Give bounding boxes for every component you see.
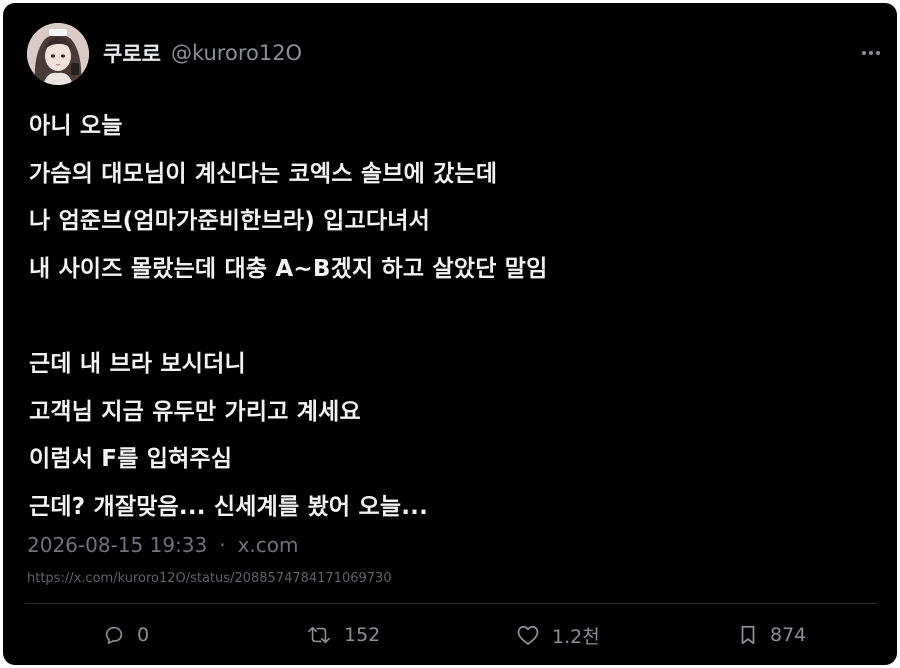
avatar-image	[27, 23, 89, 85]
bookmark-icon	[741, 625, 755, 645]
reply-icon	[105, 626, 123, 645]
retweet-icon	[308, 626, 330, 644]
tweet-text-line: 근데? 개잘맞음... 신세계를 봤어 오늘...	[29, 493, 429, 520]
display-name[interactable]: 쿠로로	[103, 38, 161, 68]
tweet-text-line: 이럼서 F를 입혀주심	[29, 446, 233, 473]
meta-separator: ·	[219, 533, 226, 557]
source-label: x.com	[237, 533, 299, 557]
bookmark-button[interactable]: 874	[738, 617, 806, 653]
tweet-text: 아니 오늘 가슴의 대모님이 계신다는 코엑스 솔브에 갔는데 나 엄준브(엄마…	[29, 103, 859, 531]
retweet-button[interactable]: 152	[306, 617, 380, 653]
tweet-text-line: 근데 내 브라 보시더니	[29, 350, 246, 377]
tweet-text-line: 내 사이즈 몰랐는데 대충 A~B겠지 하고 살았단 말임	[29, 255, 548, 282]
divider	[25, 603, 877, 604]
retweet-count: 152	[344, 624, 381, 646]
avatar[interactable]	[27, 23, 89, 85]
tweet-header: 쿠로로 @kuroro12O	[103, 37, 302, 69]
tweet-url[interactable]: https://x.com/kuroro12O/status/208857478…	[27, 571, 392, 586]
user-handle[interactable]: @kuroro12O	[171, 41, 302, 65]
tweet-text-line: 나 엄준브(엄마가준비한브라) 입고다녀서	[29, 208, 430, 235]
tweet-text-blank-line	[29, 293, 859, 341]
tweet-text-line: 고객님 지금 유두만 가리고 계세요	[29, 398, 361, 425]
tweet-card: 쿠로로 @kuroro12O 아니 오늘 가슴의 대모님이 계신다는 코엑스 솔…	[3, 3, 897, 665]
tweet-text-line: 아니 오늘	[29, 113, 123, 139]
tweet-meta: 2026-08-15 19:33 · x.com	[27, 533, 299, 557]
bookmark-count: 874	[770, 624, 807, 646]
reply-count: 0	[137, 624, 150, 646]
reply-button[interactable]: 0	[103, 617, 149, 653]
more-horizontal-icon[interactable]	[857, 41, 885, 65]
like-count: 1.2천	[552, 625, 600, 648]
timestamp[interactable]: 2026-08-15 19:33	[27, 533, 207, 557]
tweet-text-line: 가슴의 대모님이 계신다는 코엑스 솔브에 갔는데	[29, 160, 498, 187]
action-bar: 0 152 1.2천 874	[3, 617, 897, 653]
heart-icon	[517, 625, 539, 645]
like-button[interactable]: 1.2천	[516, 617, 600, 653]
